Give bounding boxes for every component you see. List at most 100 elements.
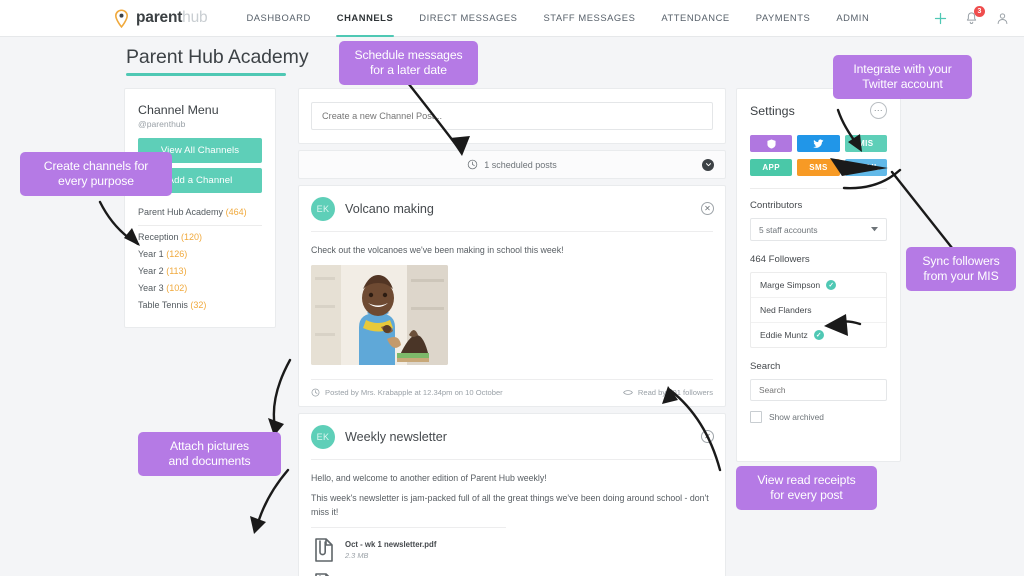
post-timestamp-group: Posted by Mrs. Krabapple at 12.34pm on 1… — [311, 388, 503, 397]
twitter-icon — [812, 138, 824, 148]
callout-line-2: every purpose — [58, 174, 134, 189]
channel-name: Year 3 — [138, 283, 164, 293]
channel-name: Year 2 — [138, 266, 164, 276]
callout-line-2: for every post — [770, 488, 843, 503]
page-title-underline — [126, 73, 286, 76]
verified-check-icon: ✓ — [813, 330, 824, 340]
nav-item-admin[interactable]: ADMIN — [823, 0, 882, 36]
callout-line-1: Schedule messages — [354, 48, 463, 62]
follower-item[interactable]: Ned Flanders — [751, 298, 886, 323]
sidebar-item-year-3[interactable]: Year 3 (102) — [138, 277, 262, 294]
school-channel-count: (464) — [225, 207, 247, 217]
channel-name: Year 1 — [138, 249, 164, 259]
post-timestamp: Posted by Mrs. Krabapple at 12.34pm on 1… — [325, 387, 503, 397]
school-channel-item[interactable]: Parent Hub Academy (464) — [138, 198, 262, 226]
integration-chip-twitter[interactable] — [797, 135, 840, 152]
close-icon[interactable]: ✕ — [701, 429, 714, 443]
follower-item[interactable]: Eddie Muntz ✓ — [751, 323, 886, 347]
sidebar-item-year-2[interactable]: Year 2 (113) — [138, 260, 262, 277]
callout-sync-followers: Sync followers from your MIS — [906, 247, 1016, 292]
post-title: Volcano making — [345, 202, 434, 216]
nav-item-dashboard[interactable]: DASHBOARD — [233, 0, 323, 36]
page-title: Parent Hub Academy — [126, 46, 309, 68]
callout-line-2: and documents — [168, 454, 251, 469]
follower-name: Ned Flanders — [760, 305, 812, 315]
brand-word-hub: hub — [182, 9, 208, 26]
post-photo[interactable] — [311, 264, 448, 365]
scheduled-posts-bar[interactable]: 1 scheduled posts — [298, 150, 726, 179]
post-read-receipt-group[interactable]: Read by 401 followers — [622, 387, 713, 397]
nav-item-direct-messages[interactable]: DIRECT MESSAGES — [406, 0, 530, 36]
channel-menu-handle: @parenthub — [138, 119, 186, 129]
shield-icon — [767, 139, 776, 148]
attachment-name: Oct - wk 1 newsletter.pdf — [345, 539, 437, 549]
search-input[interactable] — [750, 379, 887, 401]
scheduled-posts-label: 1 scheduled posts — [484, 159, 557, 170]
followers-list: Marge Simpson ✓ Ned Flanders Eddie Muntz… — [750, 272, 887, 348]
callout-create-channels: Create channels for every purpose — [20, 152, 172, 197]
callout-line-2: from your MIS — [923, 269, 999, 284]
callout-line-1: Sync followers — [922, 254, 1000, 268]
callout-line-1: Attach pictures — [169, 439, 250, 453]
brand-wordmark: parenthub — [136, 9, 208, 27]
delivery-chip-email[interactable]: EMAIL — [844, 159, 887, 176]
channel-count: (126) — [166, 249, 188, 259]
channel-count: (120) — [181, 232, 203, 242]
attachment-item[interactable]: Trip Order Form.docx 16.3 KB — [311, 572, 713, 576]
search-label: Search — [750, 361, 781, 372]
post-header: EK Weekly newsletter ✕ — [299, 414, 725, 459]
account-button[interactable] — [995, 11, 1010, 26]
plus-icon — [934, 12, 947, 24]
brand-logo[interactable]: parenthub — [112, 8, 208, 28]
channel-feed: 1 scheduled posts EK Volcano making ✕ Ch… — [298, 88, 726, 576]
nav-item-payments[interactable]: PAYMENTS — [743, 0, 824, 36]
paperclip-document-icon — [315, 572, 330, 576]
clock-icon — [311, 388, 320, 397]
follower-item[interactable]: Marge Simpson ✓ — [751, 273, 886, 298]
post-read-count: Read by 401 followers — [637, 387, 713, 397]
sidebar-item-table-tennis[interactable]: Table Tennis (32) — [138, 294, 262, 311]
nav-item-channels[interactable]: CHANNELS — [324, 0, 406, 37]
nav-links: DASHBOARD CHANNELS DIRECT MESSAGES STAFF… — [233, 0, 882, 37]
close-icon[interactable]: ✕ — [701, 202, 714, 215]
integration-chip-mis[interactable]: MIS — [844, 135, 887, 152]
show-archived-checkbox[interactable] — [750, 411, 762, 423]
post-text: Check out the volcanoes we've been makin… — [311, 245, 564, 255]
expand-scheduled-button[interactable] — [702, 158, 714, 171]
contributors-value: 5 staff accounts — [759, 224, 818, 235]
callout-line-2: Twitter account — [862, 77, 943, 92]
delivery-chip-row: APP SMS EMAIL — [750, 159, 887, 176]
create-post-input[interactable] — [311, 102, 713, 130]
chevron-down-icon — [705, 163, 711, 167]
contributors-select[interactable]: 5 staff accounts — [750, 218, 887, 241]
callout-attach-files: Attach pictures and documents — [138, 432, 281, 477]
channel-count: (32) — [190, 300, 207, 310]
attachment-item[interactable]: Oct - wk 1 newsletter.pdf 2.3 MB — [311, 537, 713, 563]
ellipsis-icon[interactable]: ⋯ — [870, 102, 887, 119]
channel-count: (113) — [166, 266, 187, 276]
settings-title: Settings — [750, 103, 795, 118]
delivery-chip-app[interactable]: APP — [750, 159, 793, 176]
sidebar-item-year-1[interactable]: Year 1 (126) — [138, 243, 262, 260]
volcano-photo-illustration — [311, 264, 448, 365]
post-body: Check out the volcanoes we've been makin… — [299, 232, 725, 379]
nav-item-staff-messages[interactable]: STAFF MESSAGES — [530, 0, 648, 36]
verified-check-icon: ✓ — [826, 280, 837, 290]
page-title-block: Parent Hub Academy — [126, 46, 309, 76]
add-button[interactable] — [933, 11, 948, 26]
clock-icon — [467, 159, 478, 170]
delivery-chip-sms[interactable]: SMS — [797, 159, 840, 176]
post-composer — [298, 88, 726, 144]
chevron-down-icon — [871, 227, 878, 232]
nav-item-attendance[interactable]: ATTENDANCE — [648, 0, 742, 36]
show-archived-row[interactable]: Show archived — [750, 411, 887, 423]
callout-line-1: View read receipts — [757, 473, 856, 487]
notifications-button[interactable]: 3 — [964, 5, 985, 26]
sidebar-item-reception[interactable]: Reception (120) — [138, 226, 262, 243]
eye-icon — [622, 389, 633, 395]
integration-chip-parenthub[interactable] — [750, 135, 793, 152]
callout-read-receipts: View read receipts for every post — [736, 466, 877, 511]
settings-panel: Settings ⋯ MIS APP SMS EMAIL Contributor — [736, 88, 901, 462]
paperclip-document-icon — [315, 537, 333, 562]
callout-twitter-integration: Integrate with your Twitter account — [833, 55, 972, 100]
